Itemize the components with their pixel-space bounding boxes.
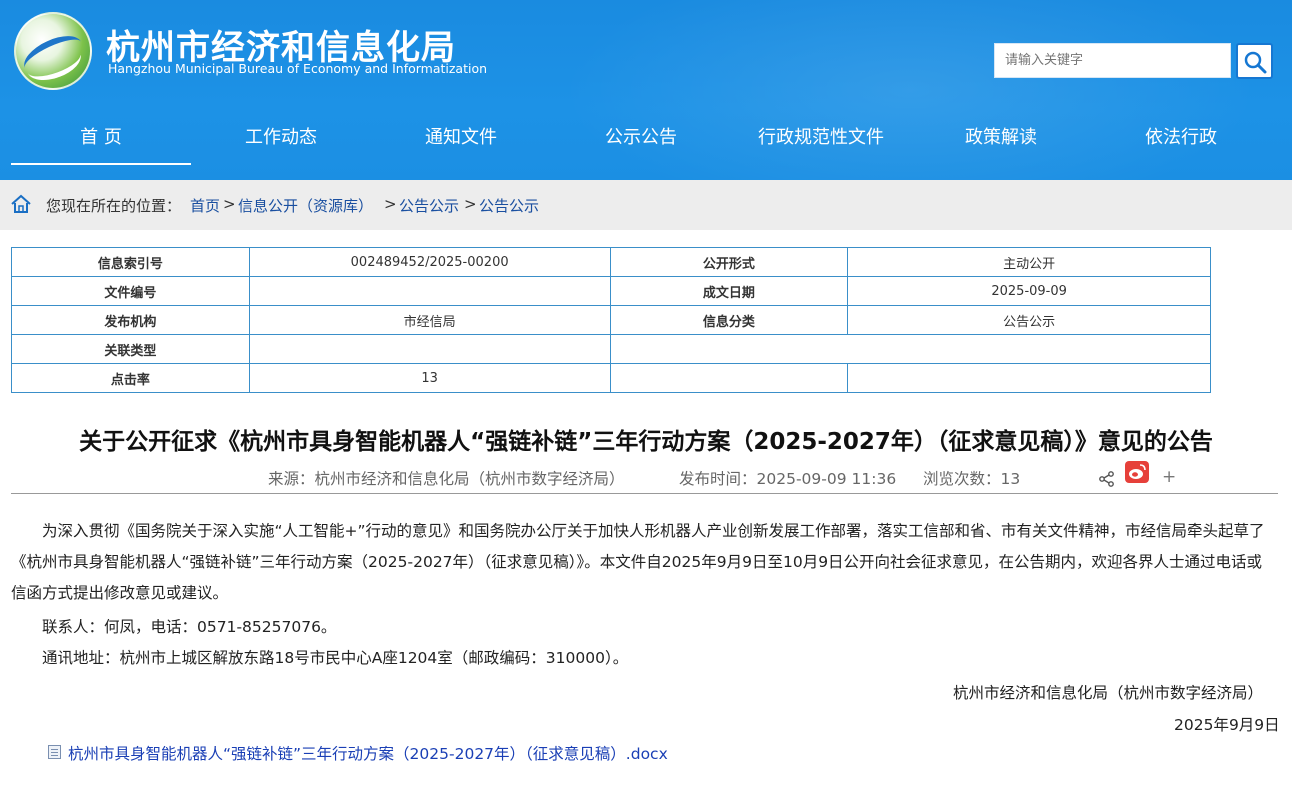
nav-item-work-news[interactable]: 工作动态: [191, 113, 371, 165]
article-contact: 联系人：何凤，电话：0571-85257076。: [42, 618, 337, 636]
table-row: 文件编号 成文日期 2025-09-09: [11, 276, 1211, 306]
search-icon: [1244, 51, 1267, 74]
table-label: 关联类型: [11, 334, 250, 364]
attachment-link[interactable]: 杭州市具身智能机器人“强链补链”三年行动方案（2025-2027年）（征求意见稿…: [68, 742, 668, 764]
table-value: [248, 276, 611, 306]
nav-item-law-administration[interactable]: 依法行政: [1091, 113, 1271, 165]
table-row: 点击率 13: [11, 363, 1211, 393]
weibo-logo-icon: [1129, 464, 1146, 479]
table-row: 关联类型: [11, 334, 1212, 364]
table-value: [248, 334, 611, 364]
breadcrumb-current[interactable]: 公告公示: [479, 195, 539, 216]
breadcrumb-prefix: 您现在所在的位置：: [46, 197, 182, 215]
document-icon: [48, 745, 61, 759]
nav-item-regulations[interactable]: 行政规范性文件: [731, 113, 911, 165]
table-row: 发布机构 市经信局 信息分类 公告公示: [11, 305, 1211, 335]
info-table: 信息索引号 002489452/2025-00200 公开形式 主动公开 文件编…: [11, 247, 1212, 393]
article-source: 来源：杭州市经济和信息化局（杭州市数字经济局）: [268, 470, 625, 488]
site-header: 杭州市经济和信息化局 Hangzhou Municipal Bureau of …: [0, 0, 1292, 180]
article-title: 关于公开征求《杭州市具身智能机器人“强链补链”三年行动方案（2025-2027年…: [79, 429, 1213, 455]
breadcrumb-announcements[interactable]: 公告公示: [399, 195, 459, 216]
search-button[interactable]: [1236, 43, 1273, 79]
article-signature: 杭州市经济和信息化局（杭州市数字经济局）: [953, 684, 1264, 702]
table-value: 公告公示: [847, 305, 1211, 335]
breadcrumb: 您现在所在的位置： 首页 > 信息公开（资源库） > 公告公示 > 公告公示: [0, 180, 1292, 230]
nav-item-announcements[interactable]: 公示公告: [551, 113, 731, 165]
table-value: 主动公开: [847, 247, 1211, 277]
table-label: 发布机构: [11, 305, 250, 335]
table-value: 2025-09-09: [847, 276, 1211, 306]
article-date: 2025年9月9日: [1174, 716, 1280, 734]
nav-item-policy-interpretation[interactable]: 政策解读: [911, 113, 1091, 165]
breadcrumb-home[interactable]: 首页: [190, 195, 220, 216]
article-address: 通讯地址：杭州市上城区解放东路18号市民中心A座1204室（邮政编码：31000…: [42, 649, 629, 667]
table-label: 文件编号: [11, 276, 250, 306]
breadcrumb-info-disclosure[interactable]: 信息公开（资源库）: [238, 195, 373, 216]
table-row: 信息索引号 002489452/2025-00200 公开形式 主动公开: [11, 247, 1211, 277]
nav-item-home[interactable]: 首 页: [11, 113, 191, 165]
main-nav: 首 页 工作动态 通知文件 公示公告 行政规范性文件 政策解读 依法行政: [0, 113, 1292, 165]
table-value: [847, 363, 1211, 393]
site-subtitle: Hangzhou Municipal Bureau of Economy and…: [108, 61, 488, 76]
site-logo[interactable]: [14, 12, 92, 90]
more-share-icon[interactable]: +: [1162, 467, 1176, 487]
share-icon[interactable]: [1098, 470, 1116, 488]
title-divider: [11, 493, 1278, 494]
table-value: [609, 334, 1212, 364]
table-value: [609, 363, 849, 393]
table-label: 点击率: [11, 363, 250, 393]
table-label: 信息分类: [609, 305, 849, 335]
breadcrumb-separator: >: [464, 195, 477, 213]
search-input[interactable]: [994, 43, 1231, 78]
table-label: 公开形式: [609, 247, 849, 277]
article-paragraph: 为深入贯彻《国务院关于深入实施“人工智能+”行动的意见》和国务院办公厅关于加快人…: [11, 522, 1265, 602]
breadcrumb-separator: >: [223, 195, 236, 213]
table-label: 信息索引号: [11, 247, 250, 277]
table-value: 13: [248, 363, 611, 393]
nav-item-notices[interactable]: 通知文件: [371, 113, 551, 165]
table-label: 成文日期: [609, 276, 849, 306]
breadcrumb-separator: >: [384, 195, 397, 213]
article-views: 浏览次数：13: [923, 470, 1021, 488]
article-publish-time: 发布时间：2025-09-09 11:36: [679, 470, 897, 488]
table-value: 002489452/2025-00200: [248, 247, 611, 277]
home-icon: [11, 194, 31, 213]
weibo-icon[interactable]: [1125, 461, 1149, 483]
table-value: 市经信局: [248, 305, 611, 335]
